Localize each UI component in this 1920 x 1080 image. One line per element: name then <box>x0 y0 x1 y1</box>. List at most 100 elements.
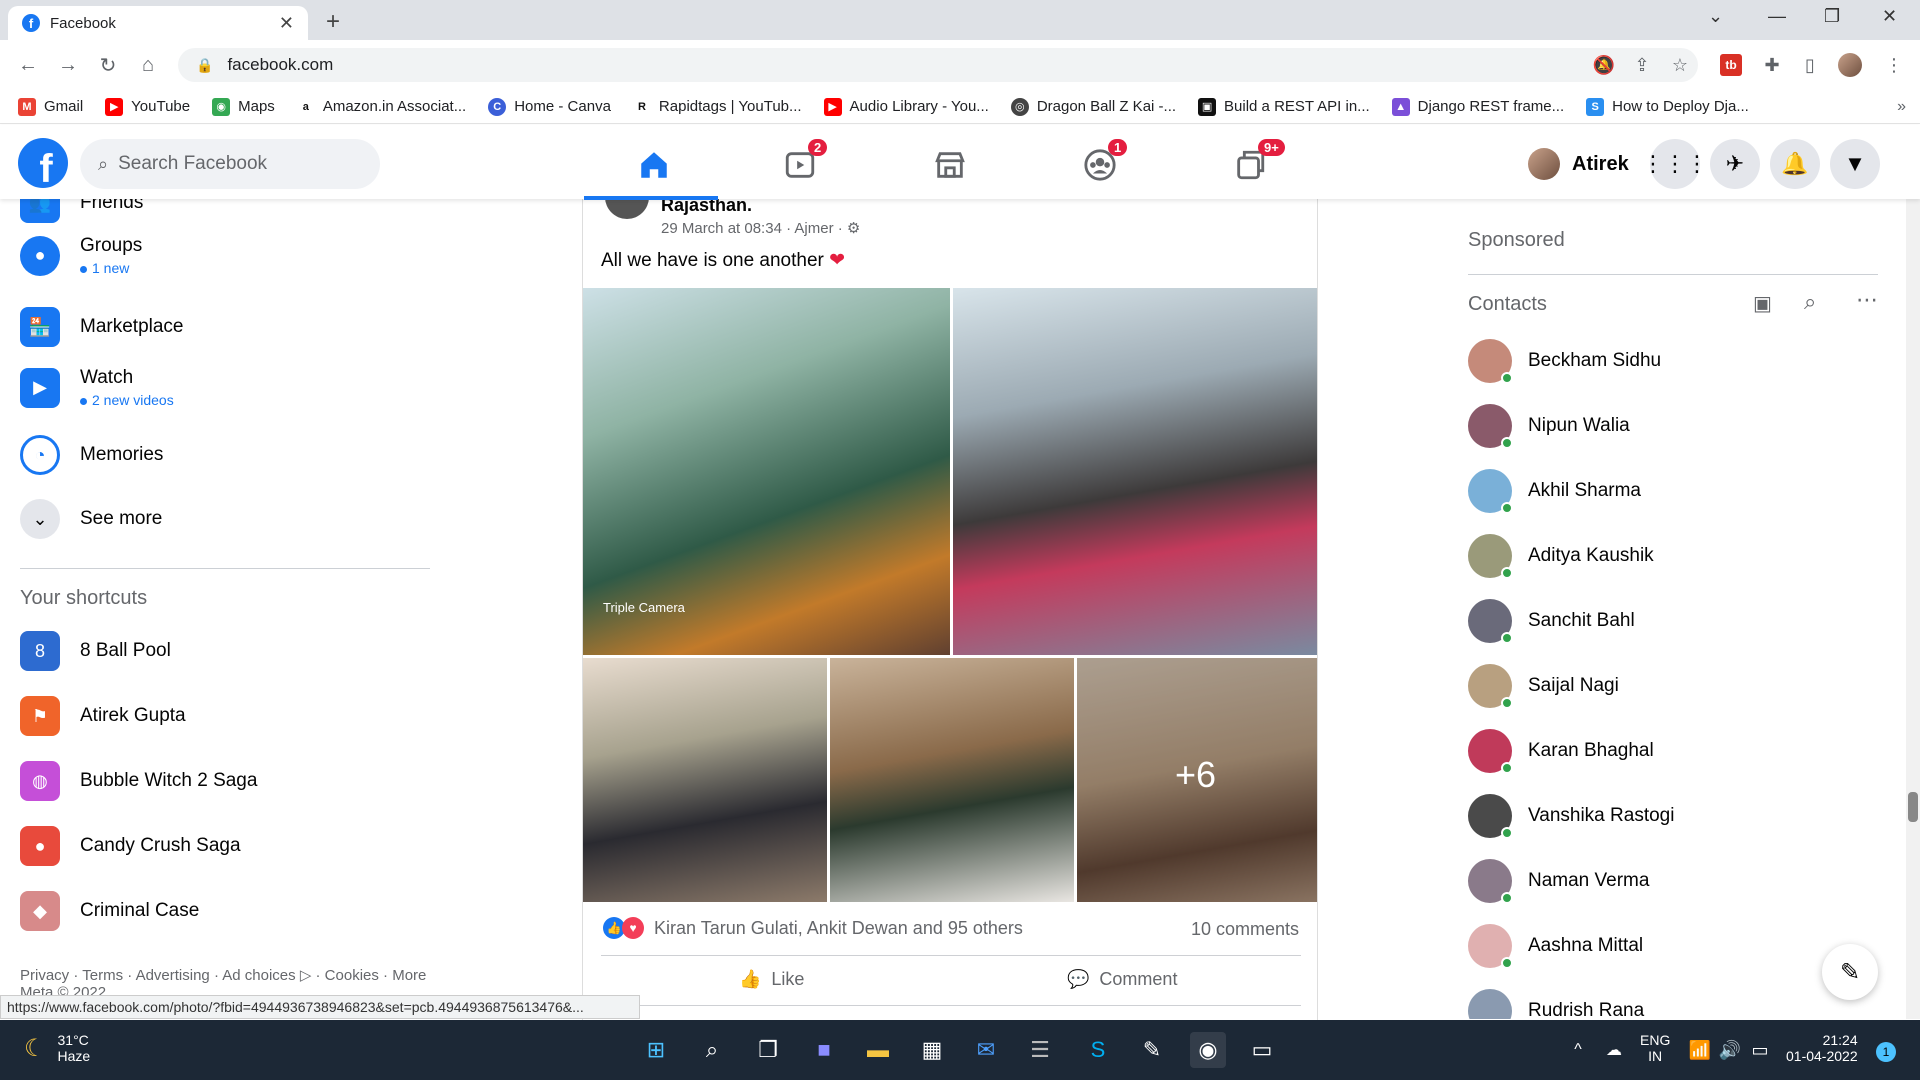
shortcut-candy-crush[interactable]: ● Candy Crush Saga <box>20 826 241 866</box>
teams-chat-icon[interactable]: ■ <box>806 1032 842 1068</box>
skype-icon[interactable]: S <box>1080 1032 1116 1068</box>
side-panel-icon[interactable]: ▯ <box>1796 52 1824 78</box>
sidebar-item-groups[interactable]: ● Groups 1 new <box>20 235 142 276</box>
comment-button[interactable]: 💬 Comment <box>1067 969 1177 990</box>
reactions-summary[interactable]: 👍 ♥ Kiran Tarun Gulati, Ankit Dewan and … <box>603 917 1023 939</box>
post-photo[interactable] <box>830 658 1074 902</box>
new-tab-icon[interactable]: + <box>326 8 340 36</box>
shortcut-criminal-case[interactable]: ◆ Criminal Case <box>20 891 199 931</box>
browser-tab-facebook[interactable]: f Facebook ✕ <box>8 6 308 40</box>
database-icon[interactable]: ☰ <box>1022 1032 1058 1068</box>
sidebar-item-friends[interactable]: 👥 Friends <box>20 199 143 223</box>
notification-count[interactable]: 1 <box>1876 1042 1896 1062</box>
terminal-icon[interactable]: ▭ <box>1244 1032 1280 1068</box>
notifications-button[interactable]: 🔔 <box>1770 139 1820 189</box>
post-photo[interactable] <box>583 658 827 902</box>
facebook-logo-icon[interactable]: f <box>18 138 68 188</box>
shortcut-atirek-gupta[interactable]: ⚑ Atirek Gupta <box>20 696 186 736</box>
sidebar-item-memories[interactable]: ◔ Memories <box>20 435 163 475</box>
bookmark-deploy[interactable]: S How to Deploy Dja... <box>1586 97 1749 116</box>
post-photo[interactable] <box>953 288 1317 655</box>
new-message-button[interactable]: ✎ <box>1822 944 1878 1000</box>
store-icon[interactable]: ▦ <box>914 1032 950 1068</box>
share-icon[interactable]: ⇪ <box>1628 52 1656 78</box>
tab-search-chevron-icon[interactable]: ⌄ <box>1708 6 1723 27</box>
search-input[interactable]: ⌕ Search Facebook <box>80 139 380 189</box>
tubebuddy-extension-icon[interactable]: tb <box>1720 54 1742 76</box>
sidebar-item-watch[interactable]: ▶ Watch 2 new videos <box>20 367 174 408</box>
messenger-button[interactable]: ✈ <box>1710 139 1760 189</box>
minimize-icon[interactable]: — <box>1768 6 1786 27</box>
clock[interactable]: 21:24 01-04-2022 <box>1786 1032 1858 1064</box>
notepad-icon[interactable]: ✎ <box>1134 1032 1170 1068</box>
see-more-button[interactable]: ⌄ See more <box>20 499 162 539</box>
contact-item[interactable]: Aashna Mittal <box>1468 924 1643 969</box>
notifications-blocked-icon[interactable]: 🔕 <box>1590 52 1618 78</box>
chrome-icon[interactable]: ◉ <box>1190 1032 1226 1068</box>
nav-marketplace[interactable] <box>880 137 1020 193</box>
gear-icon[interactable]: ⚙ <box>847 220 860 237</box>
contact-item[interactable]: Nipun Walia <box>1468 404 1630 449</box>
nav-gaming[interactable]: 9+ <box>1180 137 1320 193</box>
start-icon[interactable]: ⊞ <box>638 1032 674 1068</box>
scrollbar-thumb[interactable] <box>1908 792 1918 822</box>
restore-icon[interactable]: ❐ <box>1824 6 1840 27</box>
address-bar[interactable]: 🔒 facebook.com <box>178 48 1698 82</box>
extensions-icon[interactable]: ✚ <box>1758 52 1786 78</box>
bookmark-rest-api[interactable]: ▣ Build a REST API in... <box>1198 97 1370 116</box>
bookmark-rapidtags[interactable]: R Rapidtags | YouTub... <box>632 97 802 116</box>
reload-icon[interactable]: ↻ <box>88 53 128 78</box>
chrome-profile-avatar[interactable] <box>1836 52 1864 78</box>
like-button[interactable]: 👍 Like <box>739 969 804 990</box>
contact-item[interactable]: Naman Verma <box>1468 859 1649 904</box>
close-tab-icon[interactable]: ✕ <box>279 13 294 34</box>
comments-count[interactable]: 10 comments <box>1191 919 1299 940</box>
bookmark-youtube[interactable]: ▶ YouTube <box>105 97 190 116</box>
bookmark-audio-library[interactable]: ▶ Audio Library - You... <box>823 97 989 116</box>
bookmark-gmail[interactable]: M Gmail <box>18 97 83 116</box>
home-icon[interactable]: ⌂ <box>128 54 168 77</box>
search-icon[interactable]: ⌕ <box>694 1032 730 1068</box>
account-button[interactable]: ▼ <box>1830 139 1880 189</box>
bookmark-star-icon[interactable]: ☆ <box>1666 52 1694 78</box>
contact-item[interactable]: Karan Bhaghal <box>1468 729 1654 774</box>
bookmark-dragon-ball[interactable]: ◎ Dragon Ball Z Kai -... <box>1010 97 1176 116</box>
forward-icon[interactable]: → <box>48 54 88 77</box>
contact-item[interactable]: Vanshika Rastogi <box>1468 794 1674 839</box>
contact-item[interactable]: Beckham Sidhu <box>1468 339 1661 384</box>
page-scrollbar[interactable] <box>1906 199 1920 1019</box>
menu-button[interactable]: ⋮⋮⋮ <box>1642 139 1708 189</box>
weather-widget[interactable]: ☾ 31°C Haze <box>24 1032 90 1064</box>
nav-watch[interactable]: 2 <box>730 137 870 193</box>
shortcut-8-ball-pool[interactable]: 8 8 Ball Pool <box>20 631 171 671</box>
contact-item[interactable]: Akhil Sharma <box>1468 469 1641 514</box>
bookmark-amazon[interactable]: a Amazon.in Associat... <box>296 97 466 116</box>
shortcut-bubble-witch[interactable]: ◍ Bubble Witch 2 Saga <box>20 761 257 801</box>
more-photos-tile[interactable]: +6 <box>1077 658 1317 902</box>
file-explorer-icon[interactable]: ▬ <box>860 1032 896 1068</box>
nav-groups[interactable]: 1 <box>1030 137 1170 193</box>
bookmark-canva[interactable]: C Home - Canva <box>488 97 611 116</box>
bookmark-maps[interactable]: ◉ Maps <box>212 97 275 116</box>
nav-home[interactable] <box>584 137 724 193</box>
bookmarks-overflow-icon[interactable]: » <box>1897 98 1906 116</box>
chrome-menu-icon[interactable]: ⋮ <box>1880 52 1908 78</box>
contact-item[interactable]: Aditya Kaushik <box>1468 534 1654 579</box>
search-icon[interactable]: ⌕ <box>1804 289 1816 315</box>
profile-button[interactable]: Atirek <box>1528 143 1629 185</box>
video-call-icon[interactable]: ▣ <box>1753 291 1772 316</box>
language-indicator[interactable]: ENG IN <box>1640 1032 1670 1064</box>
post-photo[interactable]: Triple Camera <box>583 288 950 655</box>
window-close-icon[interactable]: ✕ <box>1882 6 1897 27</box>
contact-item[interactable]: Rudrish Rana <box>1468 989 1644 1019</box>
tray-overflow-icon[interactable]: ^ <box>1560 1032 1596 1068</box>
contact-item[interactable]: Saijal Nagi <box>1468 664 1619 709</box>
task-view-icon[interactable]: ❐ <box>750 1032 786 1068</box>
onedrive-icon[interactable]: ☁ <box>1596 1032 1632 1068</box>
contact-item[interactable]: Sanchit Bahl <box>1468 599 1635 644</box>
bookmark-django[interactable]: ▲ Django REST frame... <box>1391 97 1564 116</box>
battery-icon[interactable]: ▭ <box>1742 1032 1778 1068</box>
back-icon[interactable]: ← <box>8 54 48 77</box>
more-options-icon[interactable]: ⋯ <box>1856 287 1878 313</box>
mail-icon[interactable]: ✉ <box>968 1032 1004 1068</box>
